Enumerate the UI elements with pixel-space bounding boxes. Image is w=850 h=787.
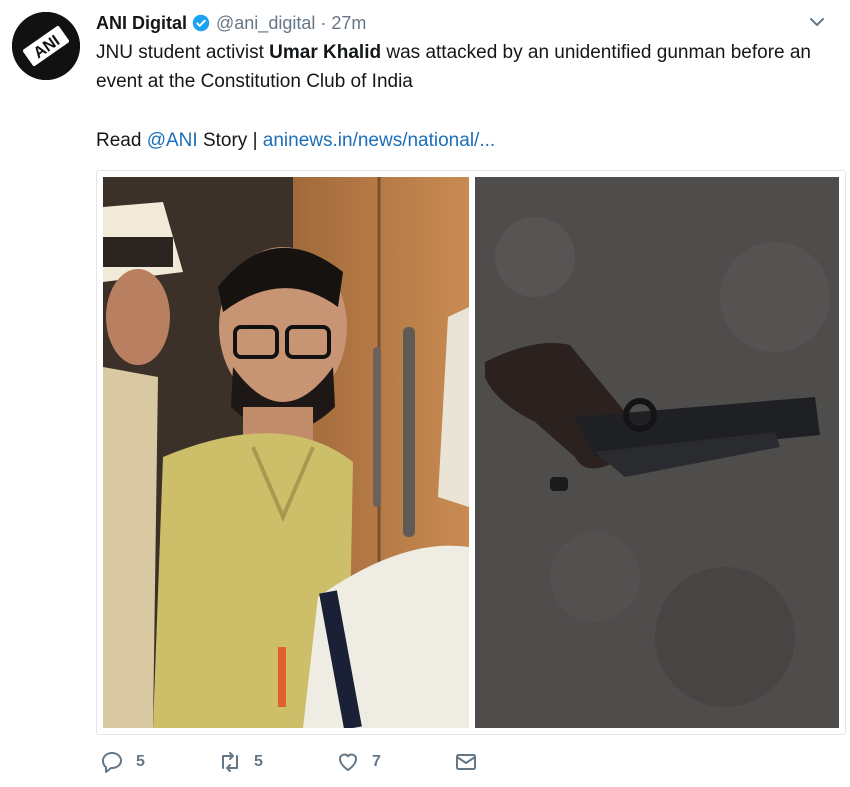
retweet-count: 5	[254, 753, 263, 770]
reply-icon	[102, 752, 122, 773]
like-count: 7	[372, 753, 381, 770]
envelope-icon	[456, 754, 476, 770]
like-button[interactable]: 7	[336, 750, 381, 774]
handle[interactable]: @ani_digital	[216, 13, 315, 34]
avatar[interactable]: ANI	[12, 12, 80, 80]
reply-count: 5	[136, 753, 145, 770]
tweet-text-bold: Umar Khalid	[269, 42, 382, 63]
photo-pistol-on-road[interactable]	[475, 177, 839, 728]
chevron-down-icon[interactable]	[808, 13, 826, 31]
media-container	[96, 170, 846, 735]
timestamp[interactable]: 27m	[331, 13, 366, 34]
display-name[interactable]: ANI Digital	[96, 13, 187, 34]
direct-message-button[interactable]	[454, 750, 478, 774]
retweet-button[interactable]: 5	[218, 750, 263, 774]
verified-badge-icon	[192, 14, 210, 32]
heart-icon	[339, 753, 357, 771]
tweet-text: JNU student activist Umar Khalid was att…	[96, 38, 841, 96]
read-story-line: Read @ANI Story | aninews.in/news/nation…	[96, 126, 495, 155]
reply-button[interactable]: 5	[100, 750, 145, 774]
read-middle: Story |	[197, 130, 263, 151]
separator-dot: ·	[320, 12, 327, 33]
photo-activist-with-police[interactable]	[103, 177, 469, 728]
story-link[interactable]: aninews.in/news/national/...	[263, 130, 495, 151]
tweet-header: ANI Digital @ani_digital · 27m	[96, 10, 830, 36]
read-prefix: Read	[96, 130, 147, 151]
tweet-text-part1: JNU student activist	[96, 42, 270, 63]
retweet-icon	[222, 752, 238, 772]
tweet-actions: 5 5 7	[96, 750, 556, 780]
mention-link[interactable]: @ANI	[147, 130, 198, 151]
